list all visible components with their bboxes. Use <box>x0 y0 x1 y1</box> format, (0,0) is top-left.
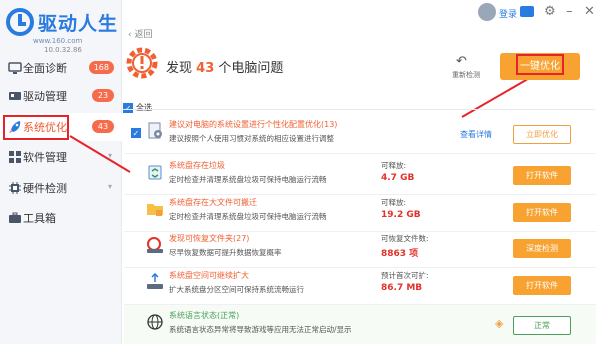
open-software-button[interactable]: 打开软件 <box>513 166 571 185</box>
summary-prefix: 发现 <box>166 61 193 76</box>
brand-name: 驱动人生 <box>38 13 119 35</box>
brand-url: www.160.com <box>33 37 83 45</box>
item-description: 定时检查并清理系统盘垃圾可保持电脑运行流畅 <box>169 212 327 221</box>
sidebar-item-label: 工具箱 <box>23 212 56 225</box>
optimize-now-button[interactable]: 立即优化 <box>513 125 571 144</box>
sidebar-highlight-annotation <box>3 115 69 140</box>
login-link[interactable]: 登录 <box>499 7 517 20</box>
sidebar-item-hardware-detection[interactable]: 硬件检测 ▾ <box>0 174 122 202</box>
sidebar-item-driver-management[interactable]: 驱动管理 23 <box>0 82 122 110</box>
diamond-icon: ◈ <box>495 317 504 330</box>
title-bar: 登录 ⚙ – ✕ <box>470 0 600 26</box>
item-description: 扩大系统盘分区空间可保持系统流畅运行 <box>169 285 304 294</box>
divider <box>123 109 595 110</box>
gear-warning-icon <box>126 47 158 79</box>
close-icon[interactable]: ✕ <box>584 4 595 19</box>
sidebar-item-label: 全面诊断 <box>23 62 67 75</box>
toolbox-icon <box>9 212 21 223</box>
driver-icon <box>9 92 21 100</box>
metric-label: 可恢复文件数: <box>381 234 429 243</box>
select-all[interactable]: ✓ 全选 <box>123 97 152 113</box>
count-badge: 23 <box>92 89 114 102</box>
minimize-icon[interactable]: – <box>566 4 573 19</box>
item-title: 系统盘存在大文件可搬迁 <box>169 198 257 207</box>
metric-label: 可释放: <box>381 198 407 207</box>
deep-scan-button[interactable]: 深度检测 <box>513 239 571 258</box>
back-link[interactable]: ‹ 返回 <box>128 27 152 40</box>
sidebar-item-full-diagnosis[interactable]: 全面诊断 168 <box>0 54 122 82</box>
brand-logo: 驱动人生 www.160.com 10.0.32.86 <box>6 8 120 54</box>
chevron-down-icon: ▾ <box>107 182 112 191</box>
brand-logo-icon <box>6 8 34 36</box>
hardware-icon <box>9 182 21 194</box>
folder-icon <box>147 204 163 216</box>
open-software-button[interactable]: 打开软件 <box>513 276 571 295</box>
list-item: 系统语言状态(正常) 系统语言状态异常将导致游戏等应用无法正常启动/显示 ◈ 正… <box>124 305 596 344</box>
expand-drive-icon <box>147 273 163 289</box>
count-badge: 168 <box>88 61 114 74</box>
item-description: 建议按照个人使用习惯对系统的相应设置进行调整 <box>169 134 334 143</box>
apps-icon <box>9 151 21 163</box>
metric-value: 4.7 GB <box>381 173 415 183</box>
item-description: 尽早恢复数据可提升数据恢复概率 <box>169 248 282 257</box>
annotation-arrow-oneclick <box>461 78 528 118</box>
sidebar-item-label: 硬件检测 <box>23 182 67 195</box>
refresh-icon[interactable]: ↶ <box>456 54 467 69</box>
sidebar-item-label: 驱动管理 <box>23 90 67 103</box>
count-badge: 43 <box>92 120 114 133</box>
globe-icon <box>147 314 163 330</box>
row-checkbox[interactable]: ✓ <box>131 128 141 138</box>
list-item: 系统盘存在垃圾 定时检查并清理系统盘垃圾可保持电脑运行流畅 可释放: 4.7 G… <box>124 155 596 195</box>
user-avatar-icon[interactable] <box>478 3 496 21</box>
item-title: 系统盘存在垃圾 <box>169 161 225 170</box>
list-item: 发现可恢复文件夹(27) 尽早恢复数据可提升数据恢复概率 可恢复文件数: 886… <box>124 228 596 268</box>
metric-label: 预计首次可扩: <box>381 271 429 280</box>
item-description: 系统语言状态异常将导致游戏等应用无法正常启动/显示 <box>169 325 352 334</box>
item-title: 系统盘空间可继续扩大 <box>169 271 249 280</box>
sidebar-item-toolbox[interactable]: 工具箱 <box>0 204 122 232</box>
sidebar-item-label: 软件管理 <box>23 151 67 164</box>
rescan-button[interactable]: 重新检测 <box>452 70 480 80</box>
list-item: ✓ 建议对电脑的系统设置进行个性化配置优化(13) 建议按照个人使用习惯对系统的… <box>124 114 596 154</box>
vip-cap-icon[interactable] <box>520 6 534 17</box>
sidebar: 驱动人生 www.160.com 10.0.32.86 全面诊断 168 驱动管… <box>0 0 122 344</box>
monitor-icon <box>8 62 22 74</box>
select-all-label: 全选 <box>136 103 152 112</box>
gear-icon[interactable]: ⚙ <box>544 4 556 19</box>
item-title: 建议对电脑的系统设置进行个性化配置优化(13) <box>169 120 338 129</box>
app-version: 10.0.32.86 <box>44 46 82 54</box>
metric-label: 可释放: <box>381 161 407 170</box>
select-all-checkbox[interactable]: ✓ <box>123 102 133 113</box>
status-normal-button[interactable]: 正常 <box>513 316 571 335</box>
metric-value: 86.7 MB <box>381 283 423 293</box>
summary-suffix: 个电脑问题 <box>218 61 284 76</box>
app-window: 驱动人生 www.160.com 10.0.32.86 全面诊断 168 驱动管… <box>0 0 600 344</box>
view-details-link[interactable]: 查看详情 <box>460 129 492 140</box>
settings-doc-icon <box>148 122 162 139</box>
metric-value: 8863 项 <box>381 249 419 259</box>
problem-summary: 发现 43 个电脑问题 <box>166 57 283 76</box>
problem-count: 43 <box>196 61 215 76</box>
item-title: 发现可恢复文件夹(27) <box>169 234 250 243</box>
recycle-bin-icon <box>148 165 162 180</box>
item-description: 定时检查并清理系统盘垃圾可保持电脑运行流畅 <box>169 175 327 184</box>
list-item: 系统盘存在大文件可搬迁 定时检查并清理系统盘垃圾可保持电脑运行流畅 可释放: 1… <box>124 192 596 232</box>
list-item: 系统盘空间可继续扩大 扩大系统盘分区空间可保持系统流畅运行 预计首次可扩: 86… <box>124 265 596 305</box>
metric-value: 19.2 GB <box>381 210 421 220</box>
back-label: 返回 <box>134 30 153 40</box>
open-software-button[interactable]: 打开软件 <box>513 203 571 222</box>
oneclick-highlight-annotation <box>516 54 564 75</box>
item-title: 系统语言状态(正常) <box>169 311 240 320</box>
recovery-disk-icon <box>147 237 163 253</box>
